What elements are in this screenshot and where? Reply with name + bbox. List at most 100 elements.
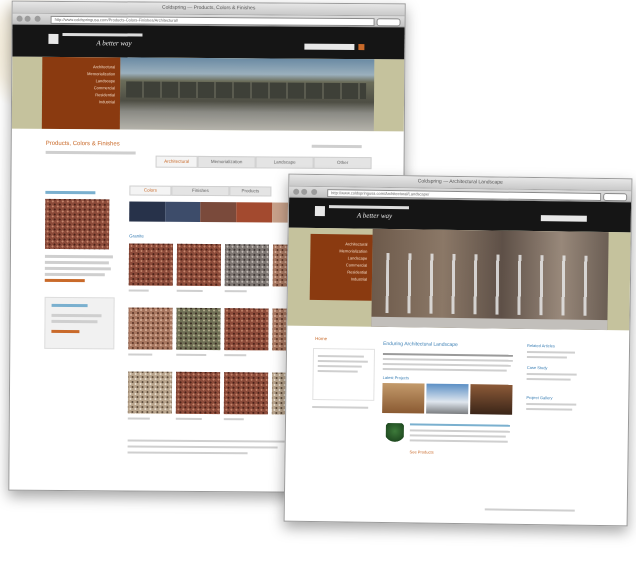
front-thumb-image[interactable] xyxy=(426,383,469,415)
front-tree-icon xyxy=(385,423,404,444)
granite-swatch[interactable] xyxy=(128,307,173,350)
front-right-link[interactable]: Project Gallery xyxy=(526,395,552,400)
granite-swatch[interactable] xyxy=(127,371,173,414)
back-color-band-segment[interactable] xyxy=(129,201,166,222)
back-hero: Architectural Memorialization Landscape … xyxy=(11,56,405,132)
granite-swatch[interactable] xyxy=(175,371,221,415)
back-footnote xyxy=(127,445,278,449)
back-sidebar-text xyxy=(44,254,113,259)
front-heading: Enduring Architectural Landscape xyxy=(383,340,458,348)
back-site-header: A better way xyxy=(12,24,405,60)
back-browser-search[interactable] xyxy=(376,18,401,27)
granite-swatch-caption xyxy=(224,290,247,293)
front-nav-back-icon[interactable] xyxy=(293,188,300,195)
back-nav-back-icon[interactable] xyxy=(16,15,23,22)
granite-swatch[interactable] xyxy=(128,243,174,286)
back-sidebar-box xyxy=(44,296,115,350)
back-sidebar-box-heading xyxy=(51,303,88,308)
back-subtab-products[interactable]: Products xyxy=(229,186,272,197)
back-hero-menu: Architectural Memorialization Landscape … xyxy=(41,56,121,130)
back-sidebar-text xyxy=(44,272,105,277)
front-hero: Architectural Memorialization Landscape … xyxy=(287,227,631,331)
front-browser-window: Coldspring — Architectural Landscape htt… xyxy=(283,173,633,527)
granite-swatch[interactable] xyxy=(224,244,270,287)
back-site-search-button[interactable] xyxy=(358,44,365,51)
back-logo-tagline: A better way xyxy=(96,39,132,48)
front-sidebar-link[interactable] xyxy=(312,405,369,409)
front-text-link[interactable] xyxy=(409,423,510,427)
front-thumb-image[interactable] xyxy=(470,384,513,415)
front-browser-search[interactable] xyxy=(603,193,628,202)
back-tab-other[interactable]: Other xyxy=(313,156,372,170)
granite-swatch[interactable] xyxy=(176,243,222,287)
back-breadcrumb xyxy=(311,144,362,149)
front-logo-mark-icon xyxy=(314,205,325,217)
front-footer-text xyxy=(484,508,575,512)
front-menu-item[interactable]: Industrial xyxy=(310,275,372,283)
front-content: Home Enduring Architectural Landscape La… xyxy=(285,326,630,527)
back-subtab-finishes[interactable]: Finishes xyxy=(171,185,230,197)
front-body-text xyxy=(409,439,508,443)
back-footnote xyxy=(127,439,288,443)
granite-swatch-caption xyxy=(128,289,149,292)
granite-swatch-caption xyxy=(224,354,247,357)
front-right-text xyxy=(526,402,577,406)
front-window-title: Coldspring — Architectural Landscape xyxy=(417,178,503,186)
back-sidebar-heading xyxy=(45,190,96,195)
front-right-text xyxy=(526,350,575,354)
granite-swatch[interactable] xyxy=(224,308,269,351)
front-thumb-image[interactable] xyxy=(382,382,425,414)
back-sidebar-box-link[interactable] xyxy=(51,329,80,334)
back-footnote xyxy=(127,451,248,455)
back-logo-wordmark xyxy=(62,32,143,37)
back-color-band-segment[interactable] xyxy=(164,201,201,222)
front-sidebar-text xyxy=(317,370,358,373)
granite-swatch-caption xyxy=(128,353,153,356)
back-subtab-colors[interactable]: Colors xyxy=(129,185,172,196)
front-sub-link[interactable]: Latest Projects xyxy=(383,375,410,380)
front-sidebar-text xyxy=(317,360,368,363)
front-reload-icon[interactable] xyxy=(311,188,318,196)
granite-swatch-caption xyxy=(176,289,203,292)
back-page-title: Products, Colors & Finishes xyxy=(45,140,120,148)
back-tab-memorialization[interactable]: Memorialization xyxy=(197,155,256,169)
granite-swatch[interactable] xyxy=(223,372,269,415)
granite-swatch-caption xyxy=(175,417,202,420)
granite-swatch[interactable] xyxy=(176,307,221,351)
back-featured-granite[interactable] xyxy=(44,198,110,250)
front-body-text xyxy=(382,357,513,362)
back-reload-icon[interactable] xyxy=(34,15,41,22)
granite-swatch-caption xyxy=(223,418,244,421)
front-body-text xyxy=(382,367,507,372)
front-right-link[interactable]: Related Articles xyxy=(527,343,555,348)
back-nav-forward-icon[interactable] xyxy=(24,15,31,22)
front-bottom-link[interactable]: See Products xyxy=(410,449,434,454)
granite-swatch-caption xyxy=(127,417,150,420)
front-hero-water-features xyxy=(385,252,597,316)
front-breadcrumb[interactable]: Home xyxy=(315,336,327,341)
back-site-search-input[interactable] xyxy=(304,43,355,51)
back-color-band-segment[interactable] xyxy=(200,201,237,223)
front-body-text xyxy=(409,429,510,433)
front-sidebar-box xyxy=(312,347,376,401)
front-right-text xyxy=(526,355,567,359)
front-hero-menu: Architectural Memorialization Landscape … xyxy=(309,233,373,301)
front-body-text xyxy=(409,434,506,438)
back-sidebar-box-text xyxy=(51,313,102,318)
front-body-text xyxy=(382,362,511,367)
back-logo-mark-icon xyxy=(48,33,59,44)
back-tab-architectural[interactable]: Architectural xyxy=(155,155,198,168)
back-color-band-segment[interactable] xyxy=(236,202,273,223)
back-sidebar-box-text xyxy=(51,319,98,324)
back-title-underline xyxy=(45,150,136,155)
back-tab-landscape[interactable]: Landscape xyxy=(255,156,314,169)
front-logo-wordmark xyxy=(328,205,410,210)
back-menu-item[interactable]: Industrial xyxy=(42,98,120,106)
front-nav-forward-icon[interactable] xyxy=(301,188,308,195)
front-site-search-input[interactable] xyxy=(540,215,587,222)
back-sidebar-link[interactable] xyxy=(44,278,85,283)
front-right-link[interactable]: Case Study xyxy=(527,365,548,370)
front-right-text xyxy=(526,377,571,381)
front-site-header: A better way xyxy=(288,197,632,233)
front-right-text xyxy=(526,407,573,411)
